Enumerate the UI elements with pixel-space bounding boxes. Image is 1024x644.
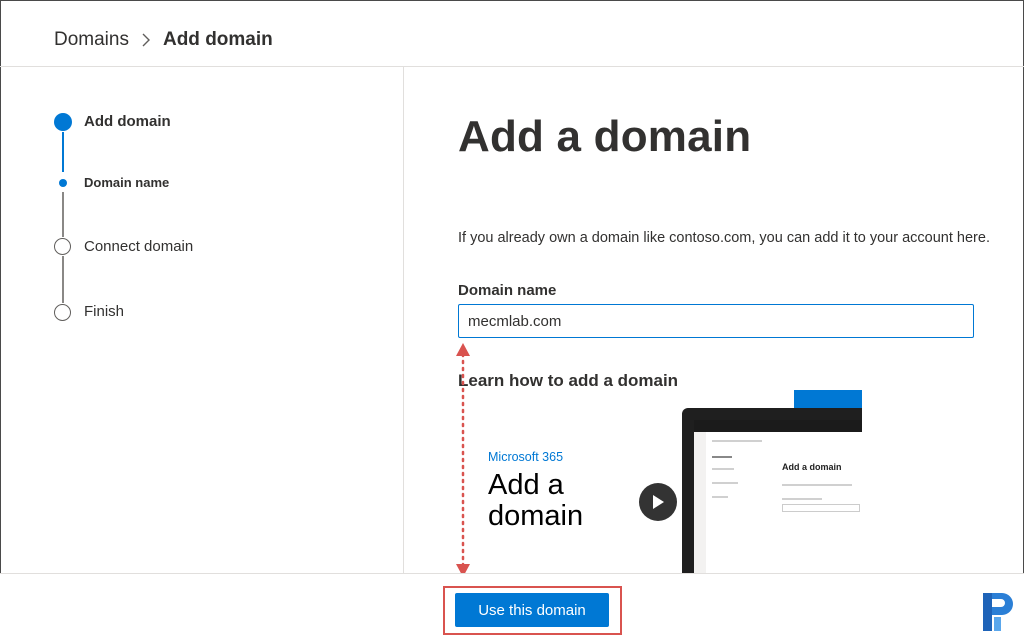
screen-line (782, 504, 860, 512)
screen-title: Add a domain (782, 462, 842, 472)
breadcrumb-current: Add domain (162, 29, 273, 50)
video-thumbnail[interactable]: Add a domain Microsoft 365 Add a domain (458, 390, 862, 573)
step-label-finish: Finish (84, 303, 125, 320)
double-arrow-icon (456, 343, 470, 577)
screen-line (712, 456, 732, 458)
step-label-domain-name: Domain name (84, 175, 170, 190)
step-connector (62, 192, 64, 237)
decorative-block (794, 390, 862, 408)
screen-line (712, 482, 738, 484)
chevron-right-icon (141, 32, 151, 48)
logo-icon (983, 593, 1013, 631)
screen-sidebar (694, 432, 706, 573)
step-finish-indicator (54, 304, 71, 321)
breadcrumb-domains-link[interactable]: Domains (54, 29, 129, 51)
screen-line (712, 468, 734, 470)
step-connector (62, 132, 64, 172)
video-title: Add a domain (488, 469, 584, 532)
learn-heading: Learn how to add a domain (458, 371, 679, 390)
screen-line (782, 498, 822, 500)
screen-line (712, 440, 762, 442)
play-icon[interactable] (639, 483, 677, 521)
use-this-domain-button[interactable]: Use this domain (455, 593, 609, 627)
step-domain-name-indicator (59, 179, 67, 187)
step-add-domain-indicator (54, 113, 72, 131)
step-connect-domain-indicator (54, 238, 71, 255)
domain-name-label: Domain name (458, 282, 557, 299)
screen-line (782, 484, 852, 486)
page-title: Add a domain (458, 112, 752, 161)
step-label-add-domain: Add domain (84, 113, 171, 130)
laptop-screen: Add a domain (694, 420, 862, 573)
step-connector (62, 256, 64, 303)
video-brand: Microsoft 365 (488, 450, 564, 464)
step-label-connect-domain: Connect domain (84, 238, 194, 255)
breadcrumb: Domains Add domain (54, 29, 273, 51)
description-text: If you already own a domain like contoso… (458, 230, 990, 246)
screen-topbar (694, 420, 862, 432)
screen-line (712, 496, 728, 498)
domain-name-input[interactable] (458, 304, 974, 338)
page-header: Domains Add domain (0, 0, 1024, 67)
